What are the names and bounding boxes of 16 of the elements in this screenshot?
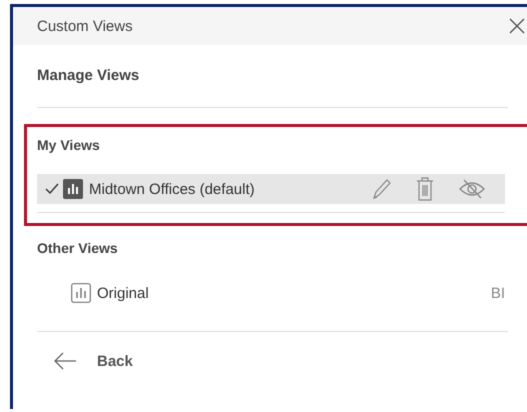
close-icon[interactable]: [508, 17, 526, 35]
back-button[interactable]: Back: [53, 352, 133, 370]
back-arrow-icon: [53, 352, 77, 370]
section-heading: Other Views: [37, 240, 119, 256]
trash-icon[interactable]: [416, 177, 434, 201]
view-list-item[interactable]: Original BI: [37, 278, 508, 308]
section-heading: Manage Views: [37, 67, 140, 84]
view-list-item[interactable]: Midtown Offices (default): [37, 174, 505, 204]
bar-chart-icon: [71, 283, 91, 303]
dialog-title: Custom Views: [37, 18, 133, 34]
checkmark-icon: [45, 183, 59, 195]
hidden-eye-icon[interactable]: [459, 179, 485, 199]
pencil-icon[interactable]: [371, 178, 391, 200]
owner-text: BI: [490, 284, 505, 302]
bar-chart-icon: [63, 179, 83, 199]
section-heading: My Views: [37, 137, 101, 153]
